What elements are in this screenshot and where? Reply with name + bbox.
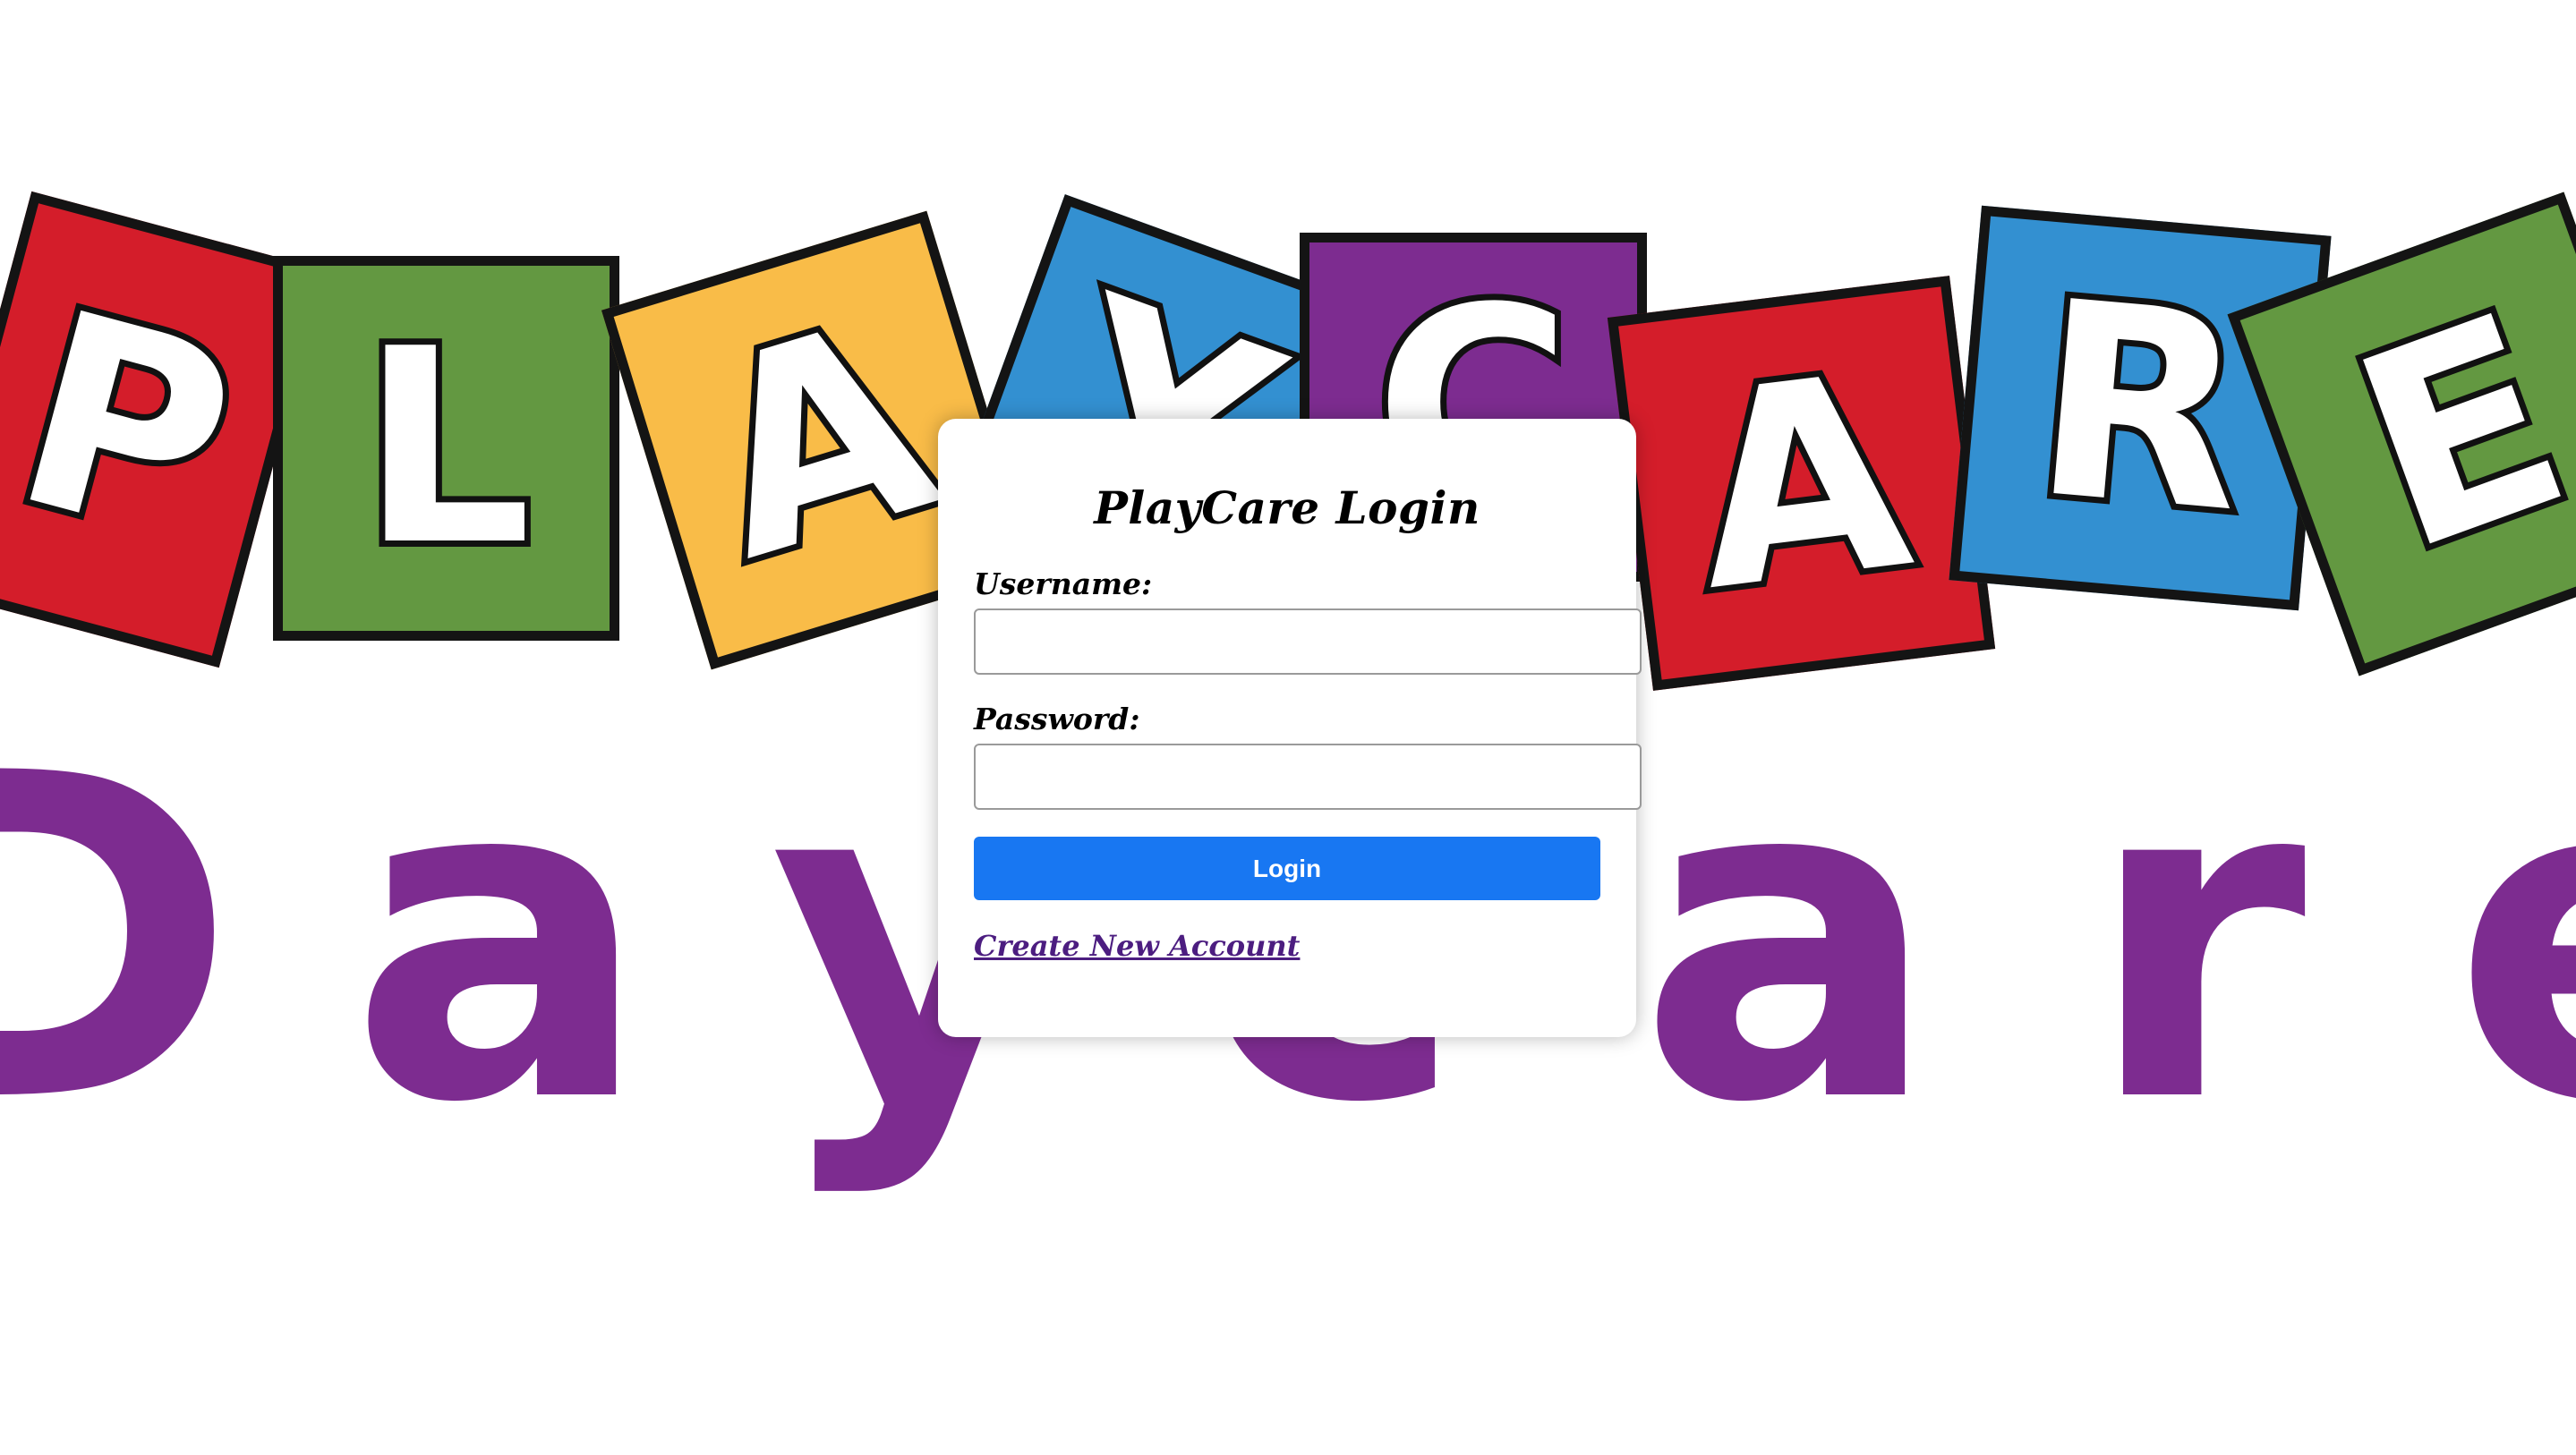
login-card: PlayCare Login Username: Password: Login…	[938, 419, 1642, 1037]
logo-letter-e: E	[2316, 250, 2576, 618]
logo-tile-a2: A	[1607, 276, 1996, 691]
daycare-letter: r	[2086, 679, 2307, 1200]
logo-tile-l: L	[273, 256, 619, 641]
password-label: Password:	[974, 702, 1140, 736]
create-account-link[interactable]: Create New Account	[974, 929, 1300, 963]
daycare-letter: D	[0, 679, 238, 1200]
password-input[interactable]	[974, 744, 1642, 810]
logo-letter-r: R	[2017, 237, 2264, 579]
logo-letter-a: A	[668, 254, 970, 626]
username-input[interactable]	[974, 608, 1642, 675]
username-label: Username:	[974, 566, 1153, 601]
logo-letter-p: P	[0, 247, 267, 612]
logo-letter-l: L	[354, 292, 538, 604]
login-button[interactable]: Login	[974, 837, 1600, 900]
logo-letter-a: A	[1673, 309, 1930, 657]
daycare-letter: e	[2452, 716, 2576, 1163]
page: P L A Y C A R E D a y c a r e PlayCare L…	[0, 0, 2576, 1455]
login-title: PlayCare Login	[1094, 481, 1480, 534]
daycare-letter: a	[1638, 679, 1941, 1200]
daycare-letter: a	[349, 679, 652, 1200]
